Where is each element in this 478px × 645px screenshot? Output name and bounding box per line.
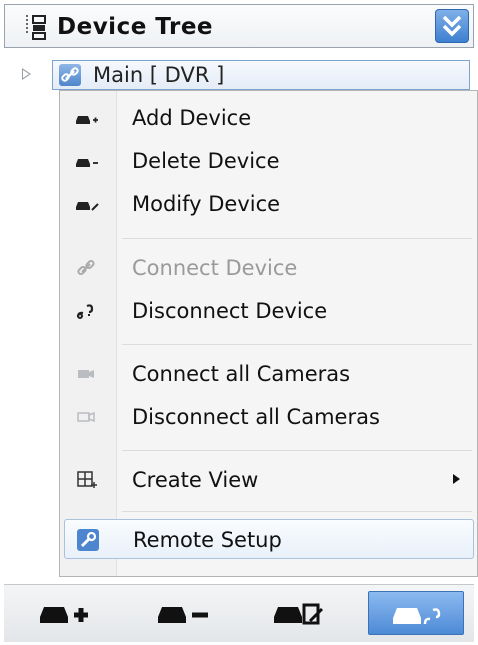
panel-header: Device Tree bbox=[4, 4, 474, 48]
delete-device-button[interactable] bbox=[144, 591, 240, 635]
bottom-toolbar bbox=[4, 584, 474, 642]
menu-item-remote-setup[interactable]: Remote Setup bbox=[64, 519, 474, 559]
disconnect-device-button[interactable] bbox=[368, 591, 464, 635]
modify-device-icon bbox=[274, 603, 324, 625]
menu-item-disconnect-all-cameras[interactable]: Disconnect all Cameras bbox=[64, 397, 474, 437]
menu-item-connect-all-cameras[interactable]: Connect all Cameras bbox=[64, 354, 474, 394]
expand-arrow-icon[interactable] bbox=[22, 68, 31, 80]
disconnect-device-icon bbox=[76, 304, 94, 319]
menu-item-disconnect-device[interactable]: Disconnect Device bbox=[64, 291, 474, 331]
menu-item-connect-device[interactable]: Connect Device bbox=[64, 248, 474, 288]
camera-outline-icon bbox=[77, 411, 95, 423]
device-tree-icon bbox=[26, 15, 46, 40]
menu-item-label: Connect all Cameras bbox=[132, 362, 351, 386]
context-menu: Add Device Delete Device Modify Device C… bbox=[59, 90, 478, 577]
add-device-icon bbox=[40, 607, 88, 623]
add-device-button[interactable] bbox=[26, 591, 122, 635]
modify-device-icon bbox=[76, 202, 99, 211]
tree-row: Main [ DVR ] bbox=[22, 60, 474, 90]
tree-node-main-dvr[interactable]: Main [ DVR ] bbox=[52, 60, 470, 90]
tree-node-label: Main [ DVR ] bbox=[93, 63, 225, 87]
delete-device-icon bbox=[158, 607, 208, 623]
create-view-icon bbox=[77, 471, 97, 488]
menu-item-modify-device[interactable]: Modify Device bbox=[64, 184, 474, 224]
link-icon bbox=[59, 64, 81, 86]
add-device-icon bbox=[76, 116, 98, 124]
menu-item-label: Modify Device bbox=[132, 192, 281, 216]
menu-item-label: Disconnect all Cameras bbox=[132, 405, 380, 429]
menu-separator bbox=[122, 238, 472, 239]
menu-item-label: Remote Setup bbox=[133, 528, 282, 552]
menu-item-label: Disconnect Device bbox=[132, 299, 328, 323]
menu-item-delete-device[interactable]: Delete Device bbox=[64, 141, 474, 181]
wrench-icon bbox=[77, 529, 99, 551]
menu-item-label: Add Device bbox=[132, 106, 252, 130]
menu-item-label: Create View bbox=[132, 468, 259, 492]
device-tree-panel: Device Tree Main [ DVR ] Add Device Dele… bbox=[0, 0, 478, 645]
menu-separator bbox=[122, 511, 472, 512]
menu-item-add-device[interactable]: Add Device bbox=[64, 98, 474, 138]
menu-item-label: Delete Device bbox=[132, 149, 280, 173]
delete-device-icon bbox=[76, 159, 98, 167]
menu-separator bbox=[122, 450, 472, 451]
panel-title: Device Tree bbox=[57, 14, 214, 40]
camera-icon bbox=[78, 370, 94, 378]
menu-item-label: Connect Device bbox=[132, 256, 298, 280]
double-chevron-down-icon[interactable] bbox=[435, 9, 469, 43]
menu-separator bbox=[122, 344, 472, 345]
submenu-arrow-icon bbox=[453, 474, 460, 484]
menu-item-create-view[interactable]: Create View bbox=[64, 460, 474, 500]
modify-device-button[interactable] bbox=[260, 591, 356, 635]
disconnect-device-icon bbox=[393, 608, 441, 625]
connect-device-icon bbox=[77, 259, 95, 276]
